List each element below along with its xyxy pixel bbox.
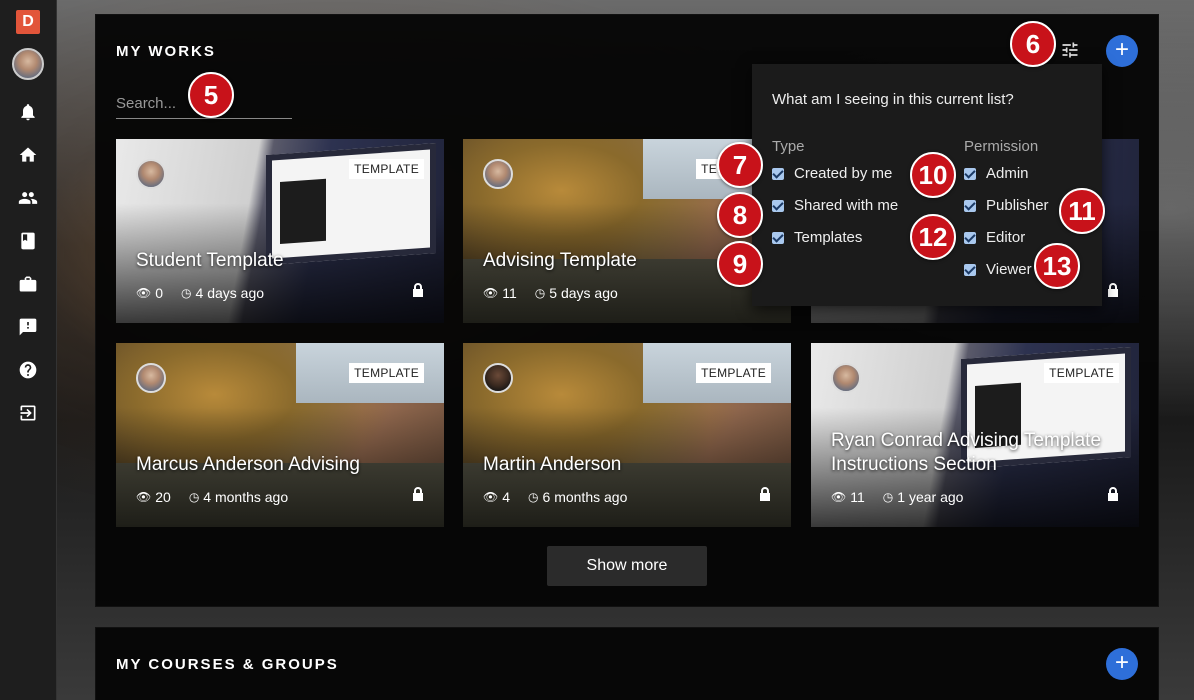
view-count: 4 xyxy=(502,489,511,505)
card-age: 1 year ago xyxy=(897,489,964,505)
card-avatar xyxy=(136,159,166,189)
card-age: 5 days ago xyxy=(549,285,618,301)
card-meta: 👁 20 ◷ 4 months ago xyxy=(136,489,288,505)
lock-icon xyxy=(1107,487,1119,501)
eye-icon: 👁 xyxy=(136,286,152,300)
marker-11: 11 xyxy=(1059,188,1105,234)
my-courses-panel: MY COURSES & GROUPS + xyxy=(95,627,1159,700)
card-age: 6 months ago xyxy=(542,489,628,505)
marker-6: 6 xyxy=(1010,21,1056,67)
lock-icon xyxy=(759,487,771,501)
view-count: 11 xyxy=(502,285,517,301)
show-more-button[interactable]: Show more xyxy=(547,546,707,586)
clock-icon: ◷ xyxy=(528,490,539,504)
template-badge: TEMPLATE xyxy=(1044,363,1119,383)
add-work-button[interactable]: + xyxy=(1106,35,1138,67)
lock-icon xyxy=(412,283,424,297)
template-badge: TEMPLATE xyxy=(696,363,771,383)
eye-icon: 👁 xyxy=(136,490,152,504)
clock-icon: ◷ xyxy=(882,490,894,504)
card-title: Marcus Anderson Advising xyxy=(136,454,360,475)
option-label: Viewer xyxy=(986,261,1032,278)
checkbox[interactable] xyxy=(772,199,784,212)
card-avatar xyxy=(831,363,861,393)
filter-question: What am I seeing in this current list? xyxy=(772,91,1014,108)
work-card[interactable]: TEMPLATE Ryan Conrad Advising Template I… xyxy=(811,343,1139,527)
my-courses-title: MY COURSES & GROUPS xyxy=(116,656,339,673)
briefcase-icon[interactable] xyxy=(8,274,48,294)
book-icon[interactable] xyxy=(8,231,48,251)
view-count: 20 xyxy=(155,489,171,505)
card-meta: 👁 11 ◷ 1 year ago xyxy=(831,489,963,505)
template-badge: TEMPLATE xyxy=(349,363,424,383)
marker-13: 13 xyxy=(1034,243,1080,289)
option-label: Templates xyxy=(794,229,863,246)
eye-icon: 👁 xyxy=(483,286,499,300)
template-badge: TEMPLATE xyxy=(349,159,424,179)
add-course-button[interactable]: + xyxy=(1106,648,1138,680)
option-label: Created by me xyxy=(794,165,893,182)
filter-viewer[interactable]: Viewer xyxy=(964,261,1032,278)
filter-shared-with-me[interactable]: Shared with me xyxy=(772,197,898,214)
card-title: Ryan Conrad Advising Template Instructio… xyxy=(831,430,1102,475)
option-label: Editor xyxy=(986,229,1026,246)
view-count: 0 xyxy=(155,285,164,301)
clock-icon: ◷ xyxy=(181,286,192,300)
eye-icon: 👁 xyxy=(831,490,847,504)
lock-icon xyxy=(1107,283,1119,297)
clock-icon: ◷ xyxy=(188,490,200,504)
bell-icon[interactable] xyxy=(8,102,48,122)
marker-5: 5 xyxy=(188,72,234,118)
marker-8: 8 xyxy=(717,192,763,238)
marker-9: 9 xyxy=(717,241,763,287)
card-title: Martin Anderson xyxy=(483,454,622,475)
clock-icon: ◷ xyxy=(534,286,546,300)
checkbox[interactable] xyxy=(964,263,976,276)
option-label: Publisher xyxy=(986,197,1049,214)
work-card[interactable]: TEMPLATE Marcus Anderson Advising 👁 20 ◷… xyxy=(116,343,444,527)
option-label: Shared with me xyxy=(794,197,899,214)
checkbox[interactable] xyxy=(964,199,976,212)
card-avatar xyxy=(483,159,513,189)
checkbox[interactable] xyxy=(964,167,976,180)
eye-icon: 👁 xyxy=(483,490,499,504)
my-works-title: MY WORKS xyxy=(116,43,216,60)
type-heading: Type xyxy=(772,138,805,155)
card-meta: 👁 0 ◷ 4 days ago xyxy=(136,285,264,301)
filter-publisher[interactable]: Publisher xyxy=(964,197,1049,214)
option-label: Admin xyxy=(986,165,1029,182)
filter-created-by-me[interactable]: Created by me xyxy=(772,165,892,182)
card-age: 4 months ago xyxy=(203,489,289,505)
lock-icon xyxy=(412,487,424,501)
card-avatar xyxy=(136,363,166,393)
card-meta: 👁 4 ◷ 6 months ago xyxy=(483,489,627,505)
filter-templates[interactable]: Templates xyxy=(772,229,862,246)
app-logo[interactable]: D xyxy=(16,10,40,34)
marker-7: 7 xyxy=(717,142,763,188)
sidebar: D xyxy=(0,0,57,700)
filter-admin[interactable]: Admin xyxy=(964,165,1029,182)
card-avatar xyxy=(483,363,513,393)
marker-10: 10 xyxy=(910,152,956,198)
help-icon[interactable] xyxy=(8,360,48,380)
checkbox[interactable] xyxy=(772,167,784,180)
work-card[interactable]: TEMPLATE Martin Anderson 👁 4 ◷ 6 months … xyxy=(463,343,791,527)
work-card[interactable]: TEMPLATE Student Template 👁 0 ◷ 4 days a… xyxy=(116,139,444,323)
view-count: 11 xyxy=(850,489,865,505)
home-icon[interactable] xyxy=(8,145,48,165)
logout-icon[interactable] xyxy=(8,403,48,423)
checkbox[interactable] xyxy=(772,231,784,244)
user-avatar[interactable] xyxy=(12,48,44,80)
filter-icon[interactable] xyxy=(1060,40,1080,60)
card-meta: 👁 11 ◷ 5 days ago xyxy=(483,285,618,301)
feedback-icon[interactable] xyxy=(8,317,48,337)
filter-editor[interactable]: Editor xyxy=(964,229,1025,246)
checkbox[interactable] xyxy=(964,231,976,244)
marker-12: 12 xyxy=(910,214,956,260)
people-icon[interactable] xyxy=(8,188,48,208)
card-title: Student Template xyxy=(136,250,284,271)
card-age: 4 days ago xyxy=(195,285,265,301)
permission-heading: Permission xyxy=(964,138,1039,155)
